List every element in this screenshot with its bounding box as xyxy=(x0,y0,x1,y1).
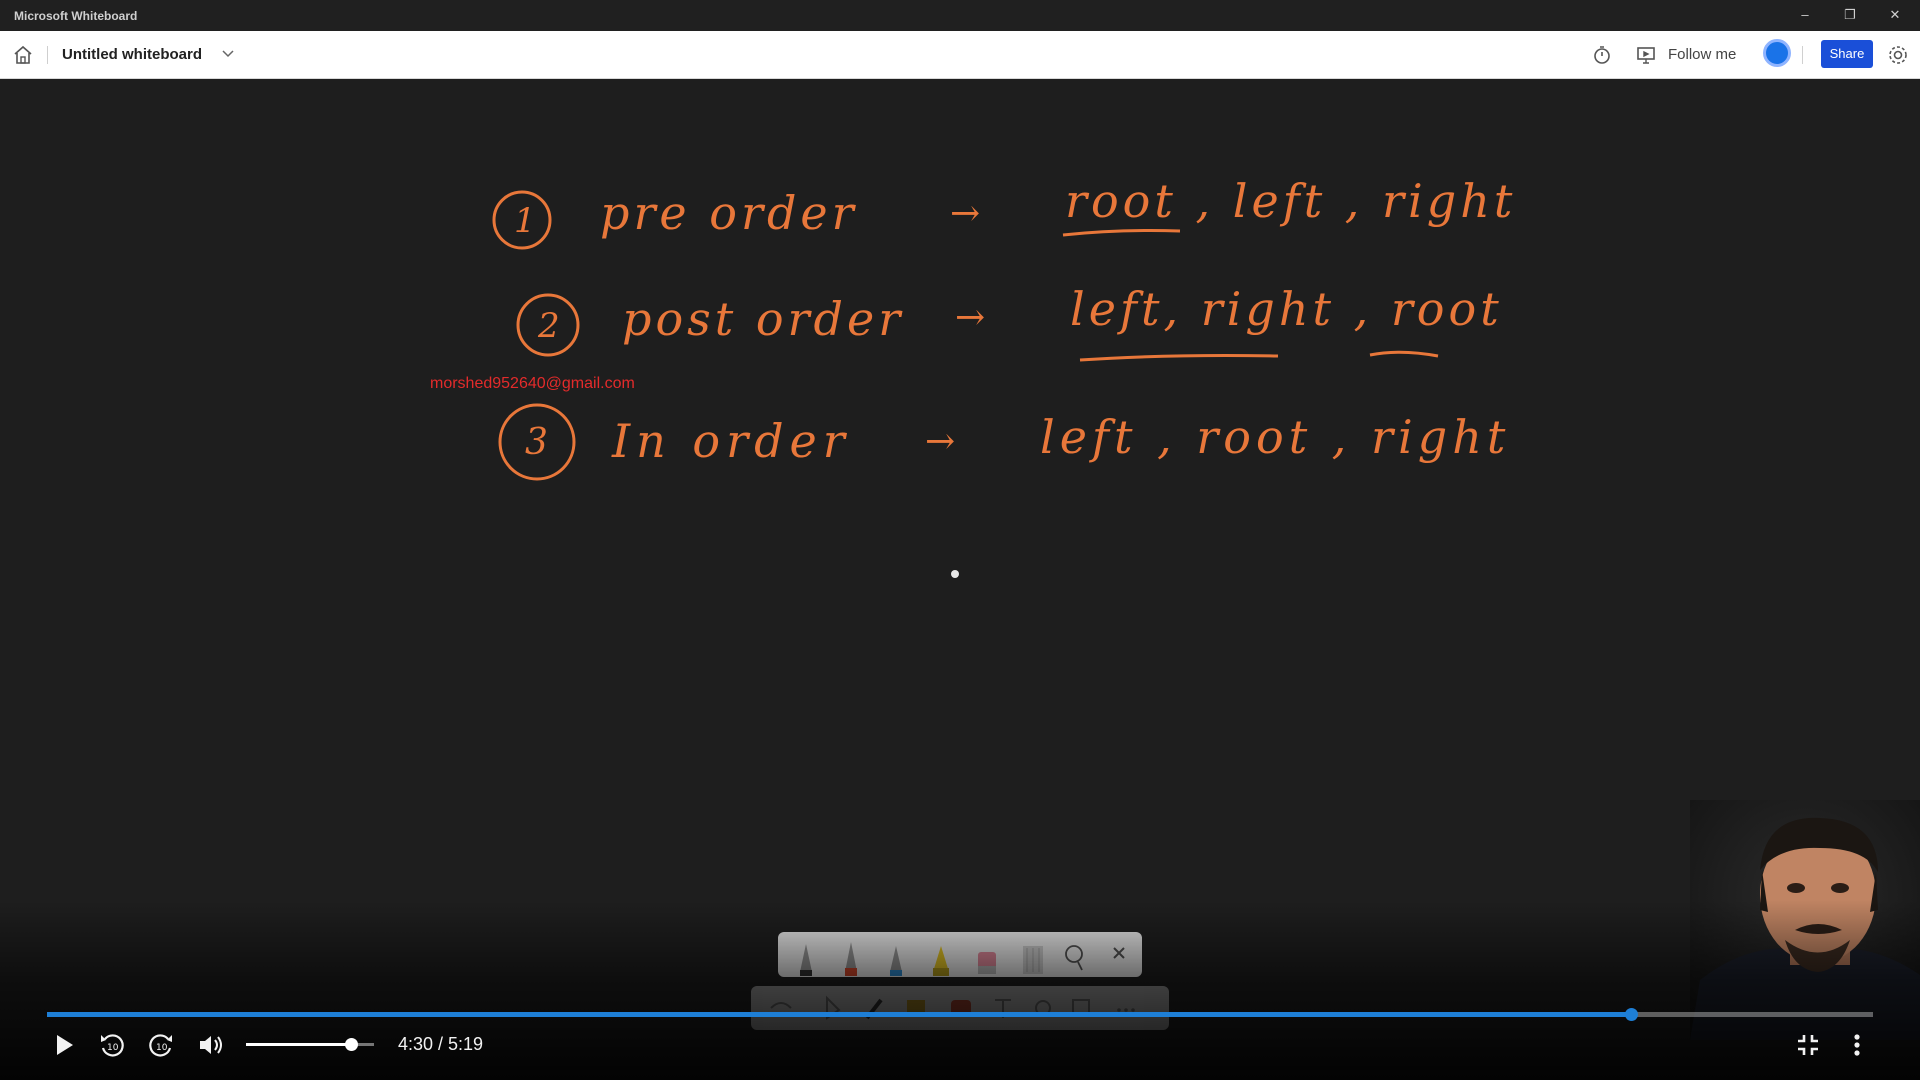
underline xyxy=(1062,229,1181,237)
home-icon[interactable] xyxy=(12,44,34,66)
exit-fullscreen-button[interactable] xyxy=(1793,1030,1823,1060)
handwriting-layer: 1 pre order → root , left , right 2 post… xyxy=(492,174,1516,481)
cursor-dot xyxy=(951,570,959,578)
toolbar-divider xyxy=(47,46,48,64)
share-button[interactable]: Share xyxy=(1821,40,1873,68)
traversal-rule: left , root , right xyxy=(1040,410,1510,464)
volume-icon xyxy=(200,1036,222,1054)
follow-me-button[interactable]: Follow me xyxy=(1668,46,1736,63)
window-titlebar: Microsoft Whiteboard – ❐ ✕ xyxy=(0,0,1920,31)
rewind-10-button[interactable]: 10 xyxy=(97,1030,127,1060)
line-number: 3 xyxy=(525,422,548,463)
traversal-rule: left, right , root xyxy=(1070,282,1503,336)
gear-icon[interactable] xyxy=(1886,43,1910,67)
chevron-down-icon[interactable] xyxy=(220,45,236,61)
traversal-term: post order xyxy=(622,292,904,346)
progress-handle[interactable] xyxy=(1624,1008,1638,1021)
toolbar-divider xyxy=(1802,46,1803,64)
forward-10-icon: 10 xyxy=(149,1034,172,1057)
volume-slider[interactable] xyxy=(246,1038,374,1051)
volume-handle[interactable] xyxy=(344,1038,358,1051)
underline xyxy=(1369,350,1439,358)
board-title[interactable]: Untitled whiteboard xyxy=(62,46,202,63)
avatar[interactable] xyxy=(1763,39,1791,67)
traversal-rule: root , left , right xyxy=(1065,174,1516,228)
arrow-icon: → xyxy=(955,297,985,338)
line-number: 2 xyxy=(537,306,560,346)
volume-fill xyxy=(246,1043,351,1046)
traversal-term: In order xyxy=(611,414,851,468)
present-icon[interactable] xyxy=(1634,43,1658,67)
window-title: Microsoft Whiteboard xyxy=(14,9,138,23)
forward-10-button[interactable]: 10 xyxy=(146,1030,176,1060)
svg-text:10: 10 xyxy=(156,1043,168,1053)
line-number: 1 xyxy=(514,201,536,241)
time-display: 4:30 / 5:19 xyxy=(398,1034,484,1054)
timer-icon[interactable] xyxy=(1590,43,1614,67)
play-icon xyxy=(57,1035,73,1055)
volume-button[interactable] xyxy=(196,1030,226,1060)
app-toolbar: Untitled whiteboard Follow me Share xyxy=(0,31,1920,79)
restore-button[interactable]: ❐ xyxy=(1840,6,1860,24)
more-options-button[interactable] xyxy=(1842,1030,1872,1060)
close-button[interactable]: ✕ xyxy=(1885,6,1905,24)
progress-bar[interactable] xyxy=(47,1008,1873,1021)
exit-fullscreen-icon xyxy=(1798,1035,1818,1055)
traversal-term: pre order xyxy=(600,186,858,240)
arrow-icon: → xyxy=(925,421,955,462)
underline xyxy=(1079,354,1279,362)
svg-text:10: 10 xyxy=(107,1043,119,1053)
play-button[interactable] xyxy=(49,1030,79,1060)
replay-10-icon: 10 xyxy=(101,1034,124,1057)
arrow-icon: → xyxy=(950,193,980,234)
video-player-controls xyxy=(0,900,1920,1080)
more-vertical-icon xyxy=(1854,1034,1860,1056)
minimize-button[interactable]: – xyxy=(1795,6,1815,24)
email-watermark: morshed952640@gmail.com xyxy=(430,375,635,392)
progress-fill xyxy=(47,1012,1631,1017)
